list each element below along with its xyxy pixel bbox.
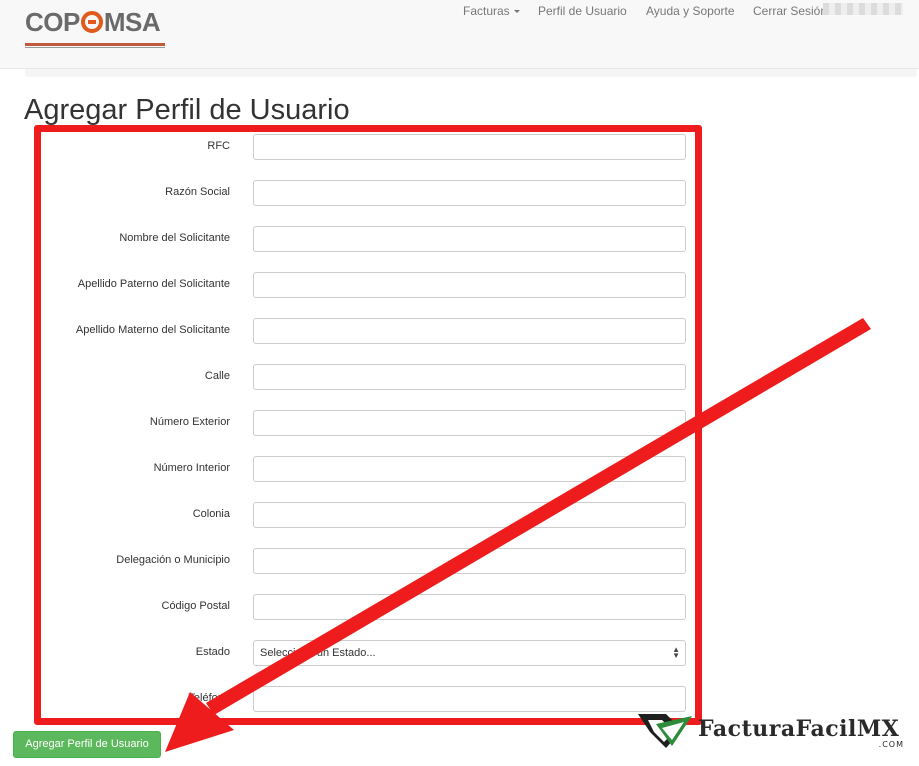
navbar: COP MSA Facturas Perfil de Usuario Ayuda …	[0, 0, 919, 69]
label-numero-interior: Número Interior	[153, 462, 230, 474]
form-row-apellido-paterno: Apellido Paterno del Solicitante	[40, 272, 700, 300]
watermark-suffix: MX	[856, 716, 900, 742]
facturafacil-logo-icon	[638, 714, 692, 748]
razon-social-input[interactable]	[253, 180, 686, 206]
label-razon-social: Razón Social	[165, 186, 230, 198]
form-row-delegacion: Delegación o Municipio	[40, 548, 700, 576]
form-row-apellido-materno: Apellido Materno del Solicitante	[40, 318, 700, 346]
apellido-materno-input[interactable]	[253, 318, 686, 344]
codigo-postal-input[interactable]	[253, 594, 686, 620]
form-row-rfc: RFC	[40, 134, 700, 162]
estado-selected-value: Seleccione un Estado...	[260, 647, 376, 659]
numero-exterior-input[interactable]	[253, 410, 686, 436]
form-row-numero-exterior: Número Exterior	[40, 410, 700, 438]
calle-input[interactable]	[253, 364, 686, 390]
form-row-telefono: Teléfono	[40, 686, 700, 714]
caret-down-icon	[513, 10, 520, 13]
form-row-colonia: Colonia	[40, 502, 700, 530]
delegacion-input[interactable]	[253, 548, 686, 574]
page-title: Agregar Perfil de Usuario	[24, 94, 350, 126]
breadcrumb	[25, 69, 917, 77]
label-apellido-materno: Apellido Materno del Solicitante	[75, 324, 230, 336]
label-colonia: Colonia	[192, 508, 230, 520]
form-row-nombre: Nombre del Solicitante	[40, 226, 700, 254]
label-telefono: Teléfono	[188, 692, 230, 704]
label-estado: Estado	[195, 646, 230, 658]
form-row-numero-interior: Número Interior	[40, 456, 700, 484]
watermark-text: FacturaFacilMX	[698, 716, 900, 742]
blurred-username	[823, 3, 903, 15]
logo-underline-thin	[25, 47, 165, 48]
rfc-input[interactable]	[253, 134, 686, 160]
nav-menu: Facturas Perfil de Usuario Ayuda y Sopor…	[0, 4, 919, 24]
label-apellido-paterno: Apellido Paterno del Solicitante	[77, 278, 230, 290]
label-delegacion: Delegación o Municipio	[116, 554, 230, 566]
logo-underline	[25, 43, 165, 46]
numero-interior-input[interactable]	[253, 456, 686, 482]
label-codigo-postal: Código Postal	[161, 600, 231, 612]
label-rfc: RFC	[207, 140, 230, 152]
facturafacil-watermark: FacturaFacilMX .COM	[636, 708, 908, 758]
estado-select[interactable]: Seleccione un Estado... ▲ ▼	[253, 640, 686, 666]
nav-item-facturas[interactable]: Facturas	[463, 4, 520, 18]
form-row-codigo-postal: Código Postal	[40, 594, 700, 622]
form-row-razon-social: Razón Social	[40, 180, 700, 208]
watermark-domain: .COM	[878, 740, 904, 749]
nav-item-ayuda[interactable]: Ayuda y Soporte	[646, 4, 735, 18]
label-nombre: Nombre del Solicitante	[119, 232, 230, 244]
nav-item-perfil[interactable]: Perfil de Usuario	[538, 4, 627, 18]
telefono-input[interactable]	[253, 686, 686, 712]
nombre-input[interactable]	[253, 226, 686, 252]
nav-item-cerrar-sesion[interactable]: Cerrar Sesión	[753, 4, 827, 18]
form-row-calle: Calle	[40, 364, 700, 392]
colonia-input[interactable]	[253, 502, 686, 528]
apellido-paterno-input[interactable]	[253, 272, 686, 298]
label-numero-exterior: Número Exterior	[149, 416, 230, 428]
form-row-estado: Estado Seleccione un Estado... ▲ ▼	[40, 640, 700, 668]
label-calle: Calle	[204, 370, 230, 382]
add-profile-button[interactable]: Agregar Perfil de Usuario	[13, 731, 161, 758]
select-arrows-icon: ▲ ▼	[672, 645, 680, 660]
